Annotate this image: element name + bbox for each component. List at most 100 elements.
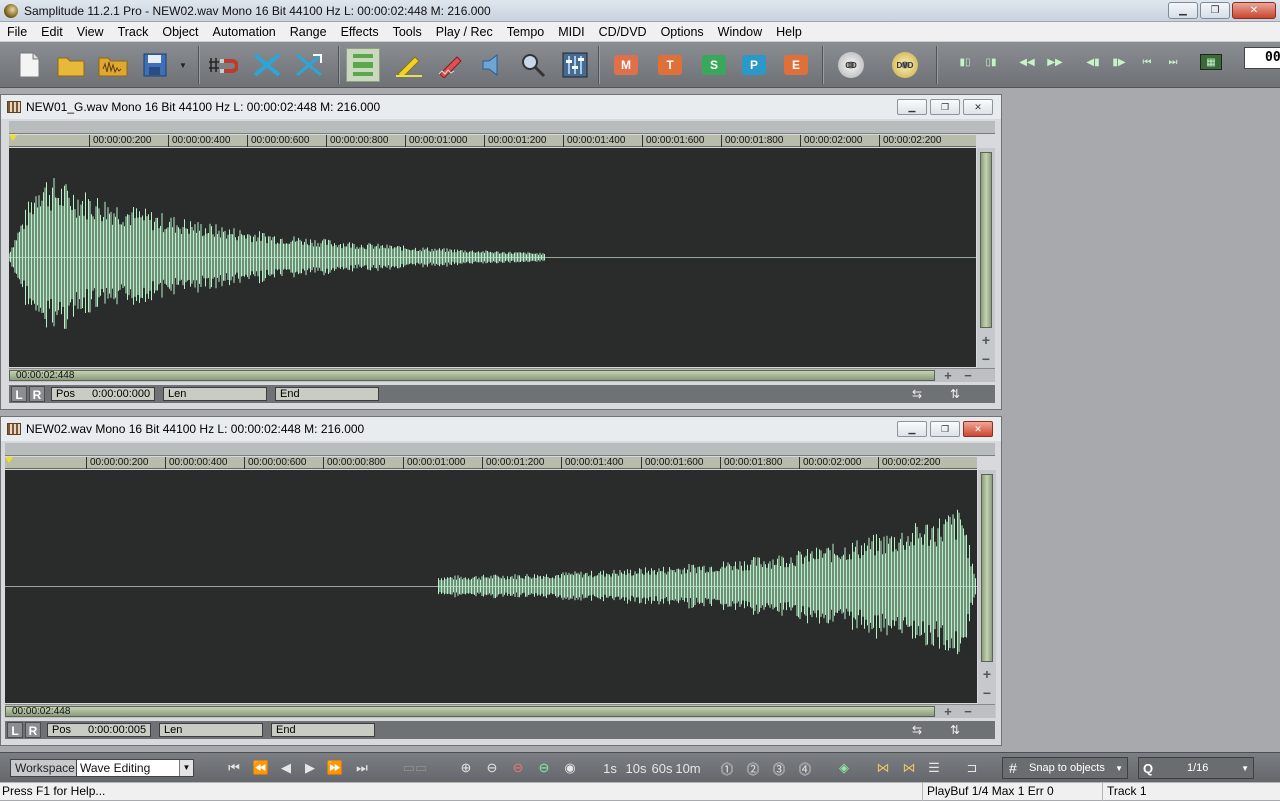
wave-close-button[interactable]: ✕ [963,99,993,115]
horizontal-zoom-out-button[interactable]: − [959,369,977,383]
len-field[interactable]: Len [159,723,263,737]
right-channel-button[interactable]: R [29,386,45,402]
step-back-icon[interactable]: ◀ [276,759,296,777]
time-10m-button[interactable]: 10m [674,759,702,777]
step-forward-icon[interactable]: ▶ [300,759,320,777]
preset-1-icon[interactable]: ⓵ [718,759,736,777]
preset-2-icon[interactable]: ⓶ [744,759,762,777]
go-to-start-icon[interactable]: ⏮ [224,759,244,777]
marker-t-button[interactable]: T [658,55,682,75]
marker-m-button[interactable]: M [614,55,638,75]
left-channel-button[interactable]: L [11,386,27,402]
scrub-icon[interactable]: ⋈ [872,759,894,777]
marker-e-button[interactable]: E [784,55,808,75]
list-icon[interactable]: ☰ [924,759,944,777]
menu-options[interactable]: Options [654,25,711,39]
vertical-scrollbar[interactable]: + − [977,148,995,382]
save-dropdown-icon[interactable]: ▼ [174,48,192,82]
dvd-disc-icon[interactable]: DVD [892,52,918,78]
fit-horizontal-icon[interactable]: ⇆ [905,722,929,738]
restore-button[interactable]: ❐ [1200,2,1230,19]
end-field[interactable]: End [275,387,379,401]
fit-horizontal-icon[interactable]: ⇆ [905,386,929,402]
menu-range[interactable]: Range [283,25,334,39]
cd-disc-icon[interactable]: CD [838,52,864,78]
vertical-scroll-thumb[interactable] [980,152,992,328]
mixer-tool-icon[interactable] [558,48,592,82]
menu-edit[interactable]: Edit [34,25,70,39]
wave-window-titlebar[interactable]: NEW01_G.wav Mono 16 Bit 44100 Hz L: 00:0… [1,95,1001,119]
time-ruler[interactable]: 00:00:00:200 00:00:00:400 00:00:00:600 0… [9,135,976,147]
fit-vertical-icon[interactable]: ⇅ [943,722,967,738]
range-right-icon[interactable]: ▶▶ [1044,54,1066,70]
locate-icon[interactable]: ◈ [834,759,854,777]
menu-track[interactable]: Track [111,25,156,39]
waveform-display[interactable] [5,470,977,703]
menu-tools[interactable]: Tools [386,25,429,39]
chevron-down-icon[interactable]: ▼ [179,760,193,776]
vertical-scrollbar[interactable]: + − [978,470,996,718]
menu-cd-dvd[interactable]: CD/DVD [592,25,654,39]
snap-magnet-icon[interactable]: ⊐ [960,759,984,777]
marker-delete-icon[interactable]: ⊖ [508,759,528,777]
pos-field[interactable]: Pos 0:00:00:000 [51,387,155,401]
fast-forward-icon[interactable]: ⏩ [324,759,346,777]
draw-tool-icon[interactable] [434,48,468,82]
menu-view[interactable]: View [70,25,111,39]
menu-effects[interactable]: Effects [334,25,386,39]
close-button[interactable]: ✕ [1232,2,1276,19]
mute-tool-icon[interactable] [476,48,510,82]
vertical-zoom-in-button[interactable]: + [977,332,995,349]
wave-minimize-button[interactable]: ▁ [897,99,927,115]
marker-p-button[interactable]: P [742,55,766,75]
menu-object[interactable]: Object [155,25,205,39]
auto-crossfade-icon[interactable] [292,48,326,82]
quantize-dropdown[interactable]: Q 1/16 ▼ [1138,757,1254,779]
waveform-display[interactable] [9,148,976,367]
pencil-tool-icon[interactable] [392,48,426,82]
range-left-icon[interactable]: ◀◀ [1016,54,1038,70]
marker-minus-icon[interactable]: ⊖ [482,759,502,777]
range-end-icon[interactable]: ▯▮ [980,54,1002,70]
wave-close-button[interactable]: ✕ [963,421,993,437]
horizontal-zoom-in-button[interactable]: + [939,369,957,383]
vertical-zoom-in-button[interactable]: + [978,666,996,683]
horizontal-scrollbar[interactable]: 00:00:02:448 + − [9,368,995,382]
jump-prev-icon[interactable]: ⏮ [1136,54,1158,70]
preset-4-icon[interactable]: ⓸ [796,759,814,777]
horizontal-zoom-in-button[interactable]: + [939,705,957,719]
len-field[interactable]: Len [163,387,267,401]
wave-window-new02[interactable]: NEW02.wav Mono 16 Bit 44100 Hz L: 00:00:… [0,416,1002,746]
wave-window-new01[interactable]: NEW01_G.wav Mono 16 Bit 44100 Hz L: 00:0… [0,94,1002,410]
time-ruler[interactable]: 00:00:00:200 00:00:00:400 00:00:00:600 0… [5,457,977,469]
menu-file[interactable]: File [0,25,34,39]
workspace-select[interactable]: Wave Editing ▼ [76,759,194,777]
marker-set-icon[interactable]: ⊖ [534,759,554,777]
time-1s-button[interactable]: 1s [600,759,620,777]
universal-mode-icon[interactable] [346,48,380,82]
menu-tempo[interactable]: Tempo [500,25,552,39]
pos-field[interactable]: Pos 0:00:00:005 [47,723,151,737]
range-start-icon[interactable]: ▮▯ [954,54,976,70]
snap-magnet-icon[interactable] [206,48,240,82]
jump-next-icon[interactable]: ⏭ [1162,54,1184,70]
minimize-button[interactable]: ▁ [1168,2,1198,19]
vertical-zoom-out-button[interactable]: − [977,351,995,368]
vertical-scroll-thumb[interactable] [981,474,993,662]
marker-view-icon[interactable]: ◉ [560,759,580,777]
go-to-end-icon[interactable]: ⏭ [352,759,372,777]
fast-rewind-icon[interactable]: ⏪ [250,759,272,777]
snap-dropdown[interactable]: # Snap to objects ▼ [1002,757,1128,779]
horizontal-scroll-thumb[interactable]: 00:00:02:448 [9,370,935,381]
left-channel-button[interactable]: L [7,722,23,738]
counter-toggle-icon[interactable]: ▦ [1200,54,1222,70]
wave-restore-button[interactable]: ❐ [930,99,960,115]
menu-help[interactable]: Help [769,25,809,39]
time-10s-button[interactable]: 10s [624,759,648,777]
marker-next-icon[interactable]: ▮▶ [1108,54,1130,70]
vertical-zoom-out-button[interactable]: − [978,685,996,702]
zoom-tool-icon[interactable] [516,48,550,82]
marker-prev-icon[interactable]: ◀▮ [1082,54,1104,70]
wave-window-titlebar[interactable]: NEW02.wav Mono 16 Bit 44100 Hz L: 00:00:… [1,417,1001,441]
preset-3-icon[interactable]: ⓷ [770,759,788,777]
